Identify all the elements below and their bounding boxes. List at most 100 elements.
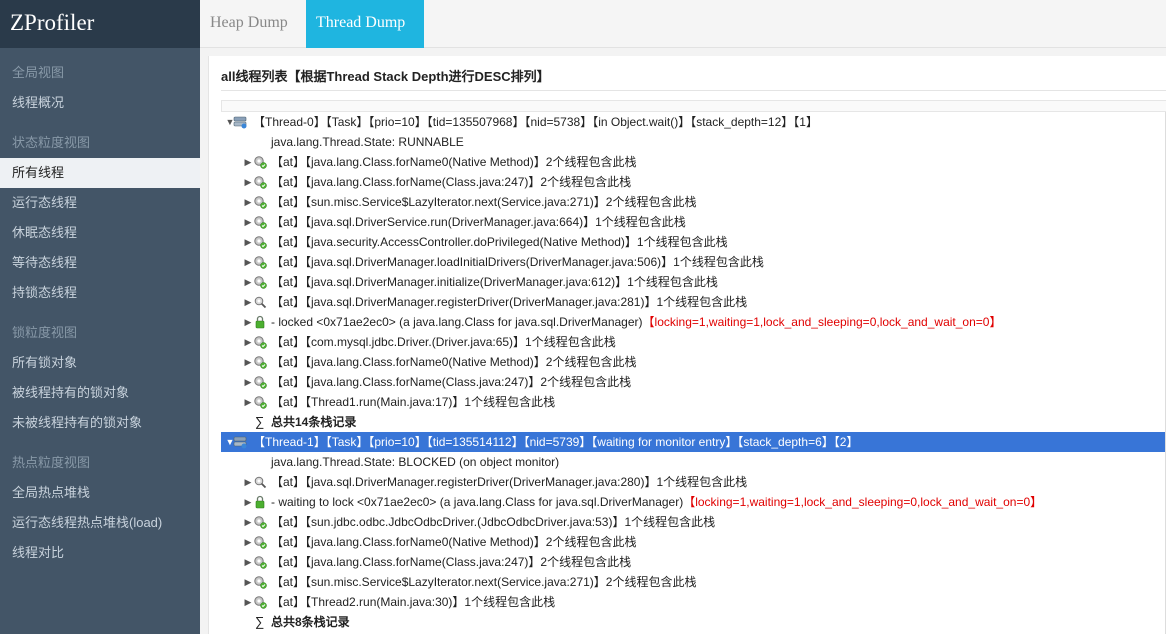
sidebar-item[interactable]: 等待态线程 xyxy=(0,248,200,278)
stack-frame-row[interactable]: ▶ 【at】【java.lang.Class.forName0(Native Me… xyxy=(221,152,1166,172)
stack-frame-label: - waiting to lock <0x71ae2ec0> (a java.l… xyxy=(271,495,684,509)
stack-frame-row[interactable]: ▶ 【at】【java.sql.DriverManager.initialize(… xyxy=(221,272,1166,292)
expand-toggle-icon[interactable]: ▶ xyxy=(243,312,253,332)
expand-toggle-icon[interactable]: ▶ xyxy=(243,192,253,212)
stack-frame-row[interactable]: ▶ 【at】【Thread1.run(Main.java:17)】1个线程包含此栈 xyxy=(221,392,1166,412)
stack-frame-text: 【at】【java.sql.DriverManager.loadInitialD… xyxy=(271,252,764,272)
expand-toggle-icon[interactable]: ▶ xyxy=(243,492,253,512)
sidebar-item[interactable]: 全局热点堆栈 xyxy=(0,478,200,508)
tree-header-strip xyxy=(221,100,1166,112)
sidebar-section-header: 热点粒度视图 xyxy=(12,455,91,470)
sidebar-item[interactable]: 未被线程持有的锁对象 xyxy=(0,408,200,438)
stack-frame-row[interactable]: ▶ 【at】【java.lang.Class.forName0(Native Me… xyxy=(221,352,1166,372)
stack-frame-label: 【at】【java.lang.Class.forName0(Native Met… xyxy=(271,155,637,169)
stack-frame-text: 【at】【sun.misc.Service$LazyIterator.next(… xyxy=(271,192,696,212)
gear-check-icon xyxy=(253,395,267,409)
expand-toggle-icon[interactable]: ▶ xyxy=(243,232,253,252)
expand-toggle-icon[interactable]: ▶ xyxy=(243,352,253,372)
sidebar-item[interactable]: 运行态线程 xyxy=(0,188,200,218)
top-tab-bar: Heap Dump Thread Dump xyxy=(200,0,1166,48)
stack-frame-text: 【at】【java.sql.DriverManager.initialize(D… xyxy=(271,272,718,292)
stack-frame-text: 【at】【java.sql.DriverService.run(DriverMa… xyxy=(271,212,686,232)
sidebar-section-header: 全局视图 xyxy=(12,65,65,80)
sidebar-item[interactable]: 持锁态线程 xyxy=(0,278,200,308)
thread-row[interactable]: ▼ 【Thread-0】【Task】【prio=10】【tid=135507968… xyxy=(221,112,1166,132)
sidebar-item[interactable]: 所有锁对象 xyxy=(0,348,200,378)
expand-toggle-icon[interactable]: ▶ xyxy=(243,472,253,492)
stack-frame-row[interactable]: ▶ 【at】【com.mysql.jdbc.Driver.(Driver.java… xyxy=(221,332,1166,352)
stack-frame-row[interactable]: ▶ 【at】【java.lang.Class.forName0(Native Me… xyxy=(221,532,1166,552)
page-title: all线程列表【根据Thread Stack Depth进行DESC排列】 xyxy=(221,69,550,84)
expand-toggle-icon[interactable]: ▶ xyxy=(243,552,253,572)
stack-frame-row[interactable]: ▶ 【at】【java.lang.Class.forName(Class.java… xyxy=(221,172,1166,192)
expand-toggle-icon[interactable]: ▶ xyxy=(243,532,253,552)
gear-check-icon xyxy=(253,515,267,529)
stack-frame-row[interactable]: ▶ 【at】【sun.misc.Service$LazyIterator.next… xyxy=(221,572,1166,592)
stack-frame-label: 【at】【java.security.AccessController.doPr… xyxy=(271,235,728,249)
expand-toggle-icon[interactable]: ▶ xyxy=(243,152,253,172)
lock-icon xyxy=(253,315,267,329)
brand-logo[interactable]: ZProfiler xyxy=(0,0,200,48)
stack-summary-text: 总共14条栈记录 xyxy=(271,415,357,429)
stack-frame-text: 【at】【sun.jdbc.odbc.JdbcOdbcDriver.(JdbcO… xyxy=(271,512,715,532)
sidebar-item[interactable]: 线程对比 xyxy=(0,538,200,568)
stack-frame-label: 【at】【java.lang.Class.forName0(Native Met… xyxy=(271,535,637,549)
expand-toggle-icon[interactable]: ▶ xyxy=(243,332,253,352)
expand-toggle-icon[interactable]: ▶ xyxy=(243,292,253,312)
expand-toggle-icon[interactable]: ▶ xyxy=(243,252,253,272)
stack-frame-label: 【at】【com.mysql.jdbc.Driver.(Driver.java:… xyxy=(271,335,616,349)
gear-check-icon xyxy=(253,375,267,389)
stack-frame-row[interactable]: ▶ 【at】【java.sql.DriverManager.registerDri… xyxy=(221,292,1166,312)
stack-frame-row[interactable]: ▶ 【at】【java.sql.DriverService.run(DriverM… xyxy=(221,212,1166,232)
stack-frame-row[interactable]: ▶ 【at】【java.security.AccessController.doP… xyxy=(221,232,1166,252)
sigma-icon: ∑ xyxy=(255,414,265,429)
expand-toggle-icon[interactable]: ▶ xyxy=(243,272,253,292)
sidebar-section-header: 锁粒度视图 xyxy=(12,325,78,340)
expand-toggle-icon[interactable]: ▶ xyxy=(243,372,253,392)
stack-frame-row[interactable]: ▶ 【at】【java.sql.DriverManager.loadInitial… xyxy=(221,252,1166,272)
stack-frame-row[interactable]: ▶ 【at】【java.lang.Class.forName(Class.java… xyxy=(221,372,1166,392)
tab-heap-dump[interactable]: Heap Dump xyxy=(200,0,306,48)
thread-header-text: 【Thread-0】【Task】【prio=10】【tid=135507968】… xyxy=(253,115,818,129)
expand-toggle-icon[interactable]: ▶ xyxy=(243,592,253,612)
stack-frame-label: 【at】【java.sql.DriverManager.registerDriv… xyxy=(271,475,748,489)
stack-frame-label: - locked <0x71ae2ec0> (a java.lang.Class… xyxy=(271,315,643,329)
stack-frame-text: 【at】【Thread2.run(Main.java:30)】1个线程包含此栈 xyxy=(271,592,555,612)
expand-toggle-icon[interactable]: ▶ xyxy=(243,212,253,232)
sidebar-item[interactable]: 线程概况 xyxy=(0,88,200,118)
gear-check-icon xyxy=(253,255,267,269)
stack-frame-row[interactable]: ▶ 【at】【java.sql.DriverManager.registerDri… xyxy=(221,472,1166,492)
gear-check-icon xyxy=(253,555,267,569)
tab-thread-dump[interactable]: Thread Dump xyxy=(306,0,424,48)
gear-check-icon xyxy=(253,575,267,589)
search-gear-icon xyxy=(253,475,267,489)
sidebar-item[interactable]: 被线程持有的锁对象 xyxy=(0,378,200,408)
stack-frame-label: 【at】【java.sql.DriverService.run(DriverMa… xyxy=(271,215,686,229)
stack-frame-row[interactable]: ▶ - waiting to lock <0x71ae2ec0> (a java.… xyxy=(221,492,1166,512)
gear-check-icon xyxy=(253,335,267,349)
stack-frame-row[interactable]: ▶ 【at】【Thread2.run(Main.java:30)】1个线程包含此栈 xyxy=(221,592,1166,612)
sidebar-item[interactable]: 休眠态线程 xyxy=(0,218,200,248)
stack-frame-text: 【at】【java.lang.Class.forName(Class.java:… xyxy=(271,372,631,392)
stack-frame-text: 【at】【com.mysql.jdbc.Driver.(Driver.java:… xyxy=(271,332,616,352)
main-panel: all线程列表【根据Thread Stack Depth进行DESC排列】 ▼ 【… xyxy=(200,48,1166,634)
expand-toggle-icon[interactable]: ▶ xyxy=(243,572,253,592)
expand-toggle-icon[interactable]: ▶ xyxy=(243,392,253,412)
sigma-icon: ∑ xyxy=(255,614,265,629)
stack-frame-row[interactable]: ▶ - locked <0x71ae2ec0> (a java.lang.Clas… xyxy=(221,312,1166,332)
expand-toggle-icon[interactable]: ▶ xyxy=(243,512,253,532)
gear-check-icon xyxy=(253,215,267,229)
expand-toggle-icon[interactable]: ▶ xyxy=(243,172,253,192)
thread-row[interactable]: ▼ 【Thread-1】【Task】【prio=10】【tid=135514112… xyxy=(221,432,1166,452)
sidebar-item[interactable]: 所有线程 xyxy=(0,158,200,188)
sidebar-item[interactable]: 运行态线程热点堆栈(load) xyxy=(0,508,200,538)
stack-frame-row[interactable]: ▶ 【at】【sun.jdbc.odbc.JdbcOdbcDriver.(Jdbc… xyxy=(221,512,1166,532)
stack-frame-text: 【at】【java.lang.Class.forName0(Native Met… xyxy=(271,532,636,552)
stack-frame-label: 【at】【sun.misc.Service$LazyIterator.next(… xyxy=(271,195,697,209)
stack-frame-row[interactable]: ▶ 【at】【java.lang.Class.forName(Class.java… xyxy=(221,552,1166,572)
stack-frame-label: 【at】【java.sql.DriverManager.loadInitialD… xyxy=(271,255,764,269)
stack-frame-row[interactable]: ▶ 【at】【sun.misc.Service$LazyIterator.next… xyxy=(221,192,1166,212)
gear-check-icon xyxy=(253,535,267,549)
